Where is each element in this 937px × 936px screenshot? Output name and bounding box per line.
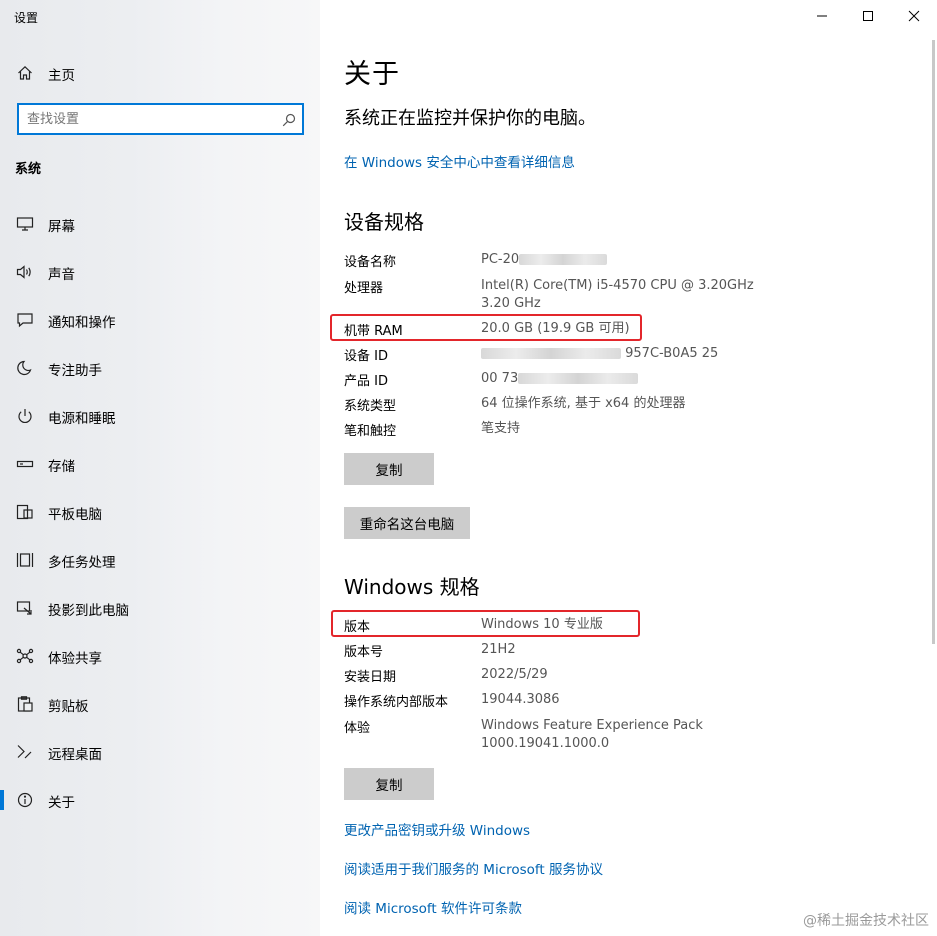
sidebar-item-notifications[interactable]: 通知和操作 xyxy=(0,300,320,340)
sidebar-item-multitasking[interactable]: 多任务处理 xyxy=(0,540,320,580)
sidebar-item-label: 声音 xyxy=(48,267,75,283)
remote-icon xyxy=(16,744,34,760)
windows-specs-heading: Windows 规格 xyxy=(344,575,480,599)
sidebar-item-label: 剪贴板 xyxy=(48,699,89,715)
spec-value: PC-20 xyxy=(481,251,801,269)
services-agreement-link[interactable]: 阅读适用于我们服务的 Microsoft 服务协议 xyxy=(344,858,603,878)
sidebar-item-label: 远程桌面 xyxy=(48,747,102,763)
ram-highlight-box xyxy=(330,314,642,341)
search-box[interactable] xyxy=(17,103,304,135)
copy-device-specs-button[interactable]: 复制 xyxy=(344,453,434,485)
device-specs-heading: 设备规格 xyxy=(344,210,424,234)
license-terms-link[interactable]: 阅读 Microsoft 软件许可条款 xyxy=(344,897,522,917)
spec-label: 体验 xyxy=(344,721,371,736)
security-center-link[interactable]: 在 Windows 安全中心中查看详细信息 xyxy=(344,151,575,171)
sidebar-item-label: 投影到此电脑 xyxy=(48,603,129,619)
sidebar-item-projecting[interactable]: 投影到此电脑 xyxy=(0,588,320,628)
rename-pc-button[interactable]: 重命名这台电脑 xyxy=(344,507,470,539)
protection-status: 系统正在监控并保护你的电脑。 xyxy=(344,108,596,129)
sidebar-item-label: 电源和睡眠 xyxy=(48,411,116,427)
sidebar-item-tablet[interactable]: 平板电脑 xyxy=(0,492,320,532)
sidebar-item-label: 主页 xyxy=(48,68,75,84)
spec-value: Windows Feature Experience Pack 1000.190… xyxy=(481,718,703,751)
tablet-icon xyxy=(16,504,34,520)
spec-value: 笔支持 xyxy=(481,421,521,436)
spec-label: 设备名称 xyxy=(344,255,397,270)
spec-label: 版本号 xyxy=(344,645,384,660)
sidebar-item-label: 专注助手 xyxy=(48,363,102,379)
power-icon xyxy=(16,408,34,424)
storage-icon xyxy=(16,456,34,472)
page-title: 关于 xyxy=(344,59,400,90)
sidebar-item-shared-experiences[interactable]: 体验共享 xyxy=(0,636,320,676)
sidebar-section-label: 系统 xyxy=(15,162,42,177)
sidebar-item-remote-desktop[interactable]: 远程桌面 xyxy=(0,732,320,772)
redacted-block xyxy=(518,373,639,384)
spec-value: 64 位操作系统, 基于 x64 的处理器 xyxy=(481,396,686,411)
search-icon[interactable] xyxy=(282,112,296,127)
sidebar-item-label: 多任务处理 xyxy=(48,555,116,571)
edition-highlight-box xyxy=(331,610,640,637)
copy-windows-specs-button[interactable]: 复制 xyxy=(344,768,434,800)
spec-label: 操作系统内部版本 xyxy=(344,695,449,710)
redacted-block xyxy=(519,254,608,265)
search-input[interactable] xyxy=(19,106,269,132)
moon-icon xyxy=(16,360,34,376)
spec-value: 2022/5/29 xyxy=(481,667,548,682)
sidebar-item-label: 关于 xyxy=(48,795,75,811)
app-title: 设置 xyxy=(14,11,39,25)
change-product-key-link[interactable]: 更改产品密钥或升级 Windows xyxy=(344,819,530,839)
sidebar-item-storage[interactable]: 存储 xyxy=(0,444,320,484)
scrollbar[interactable] xyxy=(932,40,935,644)
spec-label: 设备 ID xyxy=(344,349,388,364)
sidebar-item-sound[interactable]: 声音 xyxy=(0,252,320,292)
sidebar-item-clipboard[interactable]: 剪贴板 xyxy=(0,684,320,724)
spec-label: 产品 ID xyxy=(344,374,388,389)
share-icon xyxy=(16,648,34,664)
redacted-block xyxy=(481,348,621,359)
spec-value: 00 73 xyxy=(481,370,801,388)
watermark: @稀土掘金技术社区 xyxy=(803,913,929,929)
sidebar: 设置 主页 系统 屏幕 声音 通知和操作 专注助手 电源和睡眠 存储 平板 xyxy=(0,0,320,936)
spec-label: 笔和触控 xyxy=(344,424,397,439)
sidebar-item-label: 体验共享 xyxy=(48,651,102,667)
sidebar-item-display[interactable]: 屏幕 xyxy=(0,204,320,244)
spec-value: 19044.3086 xyxy=(481,692,560,707)
spec-value: 21H2 xyxy=(481,642,516,657)
sidebar-item-label: 平板电脑 xyxy=(48,507,102,523)
notification-icon xyxy=(16,312,34,328)
main-content: 关于 系统正在监控并保护你的电脑。 在 Windows 安全中心中查看详细信息 … xyxy=(320,0,937,936)
sidebar-item-label: 屏幕 xyxy=(48,219,75,235)
spec-value: Intel(R) Core(TM) i5-4570 CPU @ 3.20GHz … xyxy=(481,278,754,311)
monitor-icon xyxy=(16,216,34,232)
sidebar-item-focus-assist[interactable]: 专注助手 xyxy=(0,348,320,388)
speaker-icon xyxy=(16,264,34,280)
spec-label: 安装日期 xyxy=(344,670,397,685)
sidebar-item-label: 通知和操作 xyxy=(48,315,116,331)
spec-value: 957C-B0A5 25 xyxy=(481,345,801,363)
project-icon xyxy=(16,600,34,616)
sidebar-item-about[interactable]: 关于 xyxy=(0,780,320,820)
sidebar-item-label: 存储 xyxy=(48,459,75,475)
multitask-icon xyxy=(16,552,34,568)
info-icon xyxy=(16,792,34,808)
spec-label: 系统类型 xyxy=(344,399,397,414)
home-icon xyxy=(17,65,33,81)
sidebar-item-power-sleep[interactable]: 电源和睡眠 xyxy=(0,396,320,436)
spec-label: 处理器 xyxy=(344,281,384,296)
clipboard-icon xyxy=(16,696,34,712)
sidebar-item-home[interactable]: 主页 xyxy=(0,56,320,90)
